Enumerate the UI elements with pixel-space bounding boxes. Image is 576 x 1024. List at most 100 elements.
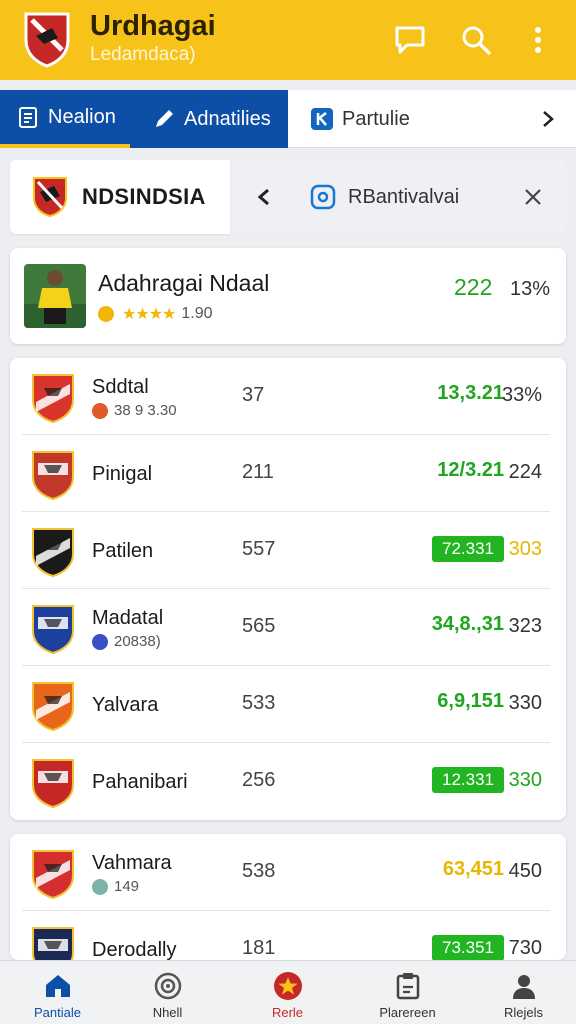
team-name: Yalvara: [92, 694, 159, 716]
team-metric: 330: [508, 769, 542, 791]
team-count: 533: [242, 692, 276, 714]
team-count: 538: [242, 860, 276, 882]
selected-team-name: NDSINDSIA: [82, 184, 206, 209]
team-subinfo: 20838): [92, 633, 161, 650]
app-bar: Urdhagai Ledamdaca): [0, 0, 576, 80]
featured-player-card[interactable]: Adahragai Ndaal ★★★★ 1.90 222 13%: [10, 248, 566, 344]
team-crest-icon: [32, 451, 74, 501]
team-filter-bar: NDSINDSIA RBantivalvai: [10, 160, 566, 234]
rating-value: 1.90: [181, 305, 213, 322]
team-row[interactable]: Madatal 20838) 565 34,8.,31 323: [10, 589, 566, 666]
more-vertical-icon: [535, 27, 541, 53]
k-badge-icon: [310, 107, 334, 131]
team-row[interactable]: Yalvara 533 6,9,151 330: [10, 666, 566, 743]
selected-team[interactable]: NDSINDSIA: [10, 160, 230, 234]
tab-scroll-right[interactable]: [528, 90, 568, 148]
nav-plarereen[interactable]: Plarereen: [350, 961, 465, 1024]
nav-label: Nhell: [152, 1005, 183, 1020]
close-icon: [525, 189, 541, 205]
tab-label: Nealion: [48, 105, 116, 128]
team-count: 565: [242, 615, 276, 637]
team-metric: 303: [508, 538, 542, 560]
team-subinfo-text: 38 9 3.30: [114, 402, 177, 419]
rating-stars: ★★★★: [122, 306, 176, 323]
team-name: Vahmara: [92, 852, 172, 874]
team-value: 63,451: [442, 858, 504, 880]
app-subtitle: Ledamdaca): [90, 44, 196, 65]
rating-badge-icon: [98, 306, 114, 322]
tab-bar: Nealion Adnatilies Partulie: [0, 90, 576, 148]
team-value: 6,9,151: [437, 690, 504, 712]
team-value: 13,3.21: [437, 382, 504, 404]
team-count: 181: [242, 937, 276, 959]
search-icon: [462, 26, 491, 55]
team-metric: 450: [508, 860, 542, 882]
team-crest-icon: [32, 850, 74, 900]
team-row[interactable]: Sddtal 38 9 3.30 37 13,3.21 33%: [10, 358, 566, 435]
value-badge: 72.331: [432, 536, 504, 562]
chat-icon: [395, 26, 425, 54]
pencil-icon: [152, 107, 176, 131]
player-percent: 13%: [510, 278, 551, 300]
nav-rerle[interactable]: Rerle: [230, 961, 345, 1024]
team-crest-icon: [32, 759, 74, 809]
filter-chip-label: RBantivalvai: [348, 185, 460, 208]
team-name: Pahanibari: [92, 771, 188, 793]
team-value: 34,8.,31: [431, 613, 504, 635]
team-crest-icon: [32, 374, 74, 424]
clear-filter-button[interactable]: [516, 180, 550, 214]
chevron-left-icon: [257, 188, 269, 206]
team-count: 37: [242, 384, 265, 406]
team-crest-icon: [32, 927, 74, 960]
team-list-card-2: Vahmara 149 538 63,451 450 Derodally 181 73.351…: [10, 834, 566, 960]
chat-button[interactable]: [390, 20, 430, 60]
team-name: Pinigal: [92, 463, 153, 485]
nav-nhell[interactable]: Nhell: [110, 961, 225, 1024]
team-value: 12/3.21: [437, 459, 504, 481]
team-name: Derodally: [92, 939, 177, 960]
person-icon: [509, 971, 539, 1001]
nav-label: Rerle: [271, 1005, 304, 1020]
tab-adnatilies[interactable]: Adnatilies: [130, 90, 288, 148]
team-count: 211: [242, 461, 274, 483]
team-name: Patilen: [92, 540, 154, 562]
team-subinfo-text: 20838): [114, 633, 161, 650]
team-row[interactable]: Patilen 557 72.331 303: [10, 512, 566, 589]
info-badge-icon: [92, 402, 108, 419]
team-row[interactable]: Derodally 181 73.351 730: [10, 911, 566, 960]
chevron-right-icon: [543, 111, 554, 127]
app-title: Urdhagai: [90, 10, 216, 42]
value-badge: 12.331: [432, 767, 504, 793]
team-metric: 224: [508, 461, 542, 483]
tab-nealion[interactable]: Nealion: [0, 90, 130, 148]
filter-chip-icon: [310, 184, 336, 210]
tab-label: Partulie: [342, 107, 410, 130]
player-rating: ★★★★ 1.90: [98, 304, 213, 324]
team-row[interactable]: Vahmara 149 538 63,451 450: [10, 834, 566, 911]
previous-button[interactable]: [248, 181, 280, 213]
team-subinfo: 149: [92, 878, 139, 895]
app-logo: [24, 12, 70, 68]
team-metric: 330: [508, 692, 542, 714]
team-metric: 730: [508, 937, 542, 959]
team-crest-icon: [32, 682, 74, 732]
nav-rlejels[interactable]: Rlejels: [466, 961, 576, 1024]
nav-label: Plarereen: [379, 1005, 436, 1020]
target-icon: [153, 971, 183, 1001]
nav-pantiale[interactable]: Pantiale: [0, 961, 115, 1024]
team-row[interactable]: Pinigal 211 12/3.21 224: [10, 435, 566, 512]
more-menu-button[interactable]: [518, 20, 558, 60]
team-row[interactable]: Pahanibari 256 12.331 330: [10, 743, 566, 820]
team-list-card: Sddtal 38 9 3.30 37 13,3.21 33% Pinigal 211 12/…: [10, 358, 566, 820]
player-photo: [24, 264, 86, 328]
tab-partulie[interactable]: Partulie: [288, 90, 518, 148]
team-crest-icon: [32, 605, 74, 655]
team-subinfo-text: 149: [114, 878, 140, 895]
home-icon: [43, 971, 73, 1001]
search-button[interactable]: [456, 20, 496, 60]
star-icon: [273, 971, 303, 1001]
team-count: 557: [242, 538, 276, 560]
filter-chip[interactable]: RBantivalvai: [310, 174, 459, 220]
tab-label: Adnatilies: [184, 107, 271, 130]
team-subinfo: 38 9 3.30: [92, 402, 177, 419]
